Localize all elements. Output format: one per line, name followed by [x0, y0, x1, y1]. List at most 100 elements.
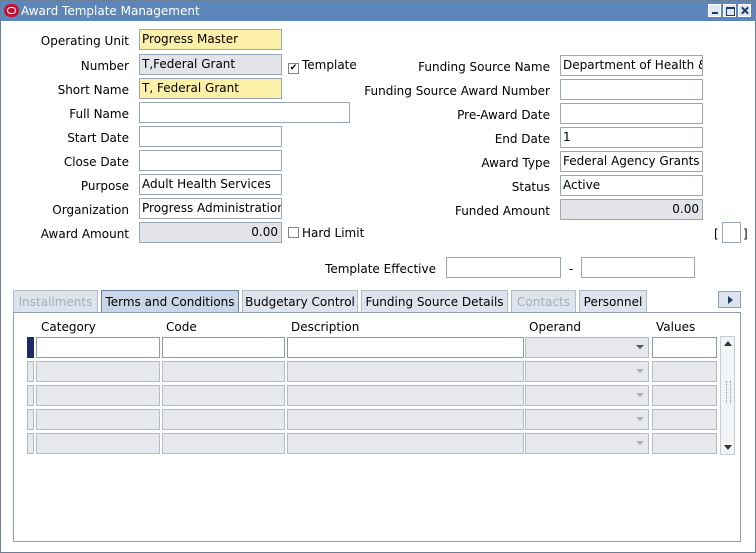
code-cell[interactable] [162, 433, 285, 454]
operand-select[interactable] [525, 361, 649, 382]
category-cell[interactable] [36, 409, 160, 430]
row-selector[interactable] [27, 361, 34, 382]
short-name-label: Short Name [57, 83, 129, 97]
chevron-down-icon [636, 369, 644, 373]
column-header-operand: Operand [529, 320, 581, 334]
code-cell[interactable] [162, 361, 285, 382]
hard-limit-label: Hard Limit [302, 226, 365, 240]
funded-amount-field[interactable]: 0.00 [560, 199, 703, 220]
close-date-field[interactable] [139, 150, 282, 171]
operand-select[interactable] [525, 409, 649, 430]
category-cell[interactable] [36, 361, 160, 382]
values-cell[interactable] [652, 409, 717, 430]
window-title: Award Template Management [21, 4, 200, 18]
table-scrollbar[interactable] [720, 336, 735, 455]
organization-field[interactable]: Progress Administration [139, 198, 282, 219]
tab-budgetary-control[interactable]: Budgetary Control [242, 290, 358, 313]
template-effective-to[interactable] [581, 257, 695, 278]
template-checkbox[interactable]: ✔ Template [288, 58, 357, 74]
start-date-field[interactable] [139, 126, 282, 147]
description-cell[interactable] [287, 409, 524, 430]
award-type-label: Award Type [481, 156, 550, 170]
column-header-description: Description [291, 320, 360, 334]
close-icon[interactable] [738, 4, 751, 17]
pre-award-date-field[interactable] [560, 103, 703, 124]
code-cell[interactable] [162, 409, 285, 430]
scroll-thumb-grip[interactable] [726, 381, 731, 403]
flexfield-bracket-right: ] [743, 227, 748, 241]
tab-personnel[interactable]: Personnel [579, 290, 647, 313]
award-amount-field[interactable]: 0.00 [139, 222, 282, 243]
tab-terms-and-conditions[interactable]: Terms and Conditions [101, 290, 239, 313]
award-amount-label: Award Amount [40, 227, 129, 241]
row-selector[interactable] [27, 433, 34, 454]
category-cell[interactable] [36, 385, 160, 406]
end-date-label: End Date [494, 132, 550, 146]
description-cell[interactable] [287, 433, 524, 454]
tab-contacts[interactable]: Contacts [511, 290, 576, 313]
funding-source-name-label: Funding Source Name [418, 60, 550, 74]
funding-source-award-number-field[interactable] [560, 79, 703, 100]
tab-installments[interactable]: Installments [13, 290, 98, 313]
values-cell[interactable] [652, 337, 717, 358]
minimize-icon[interactable] [708, 4, 721, 17]
full-name-field[interactable] [139, 102, 350, 123]
flexfield-bracket-left: [ [714, 227, 719, 241]
award-type-field[interactable]: Federal Agency Grants [560, 151, 703, 172]
operand-select[interactable] [525, 337, 649, 358]
row-selector[interactable] [27, 385, 34, 406]
date-range-separator: - [569, 262, 574, 276]
title-bar: Award Template Management [1, 1, 755, 21]
category-cell[interactable] [36, 337, 160, 358]
row-selector[interactable] [27, 409, 34, 430]
tab-scroll-right-icon[interactable] [718, 291, 741, 308]
award-template-window: Award Template Management Operating Unit… [0, 0, 756, 553]
description-cell[interactable] [287, 385, 524, 406]
chevron-down-icon [636, 393, 644, 397]
template-effective-label: Template Effective [325, 262, 436, 276]
description-cell[interactable] [287, 337, 524, 358]
chevron-down-icon [636, 441, 644, 445]
number-field[interactable]: T,Federal Grant [139, 54, 282, 75]
end-date-field[interactable]: 1 [560, 127, 703, 148]
status-field[interactable]: Active [560, 175, 703, 196]
values-cell[interactable] [652, 361, 717, 382]
tab-funding-source-details[interactable]: Funding Source Details [361, 290, 508, 313]
checkbox-icon [288, 227, 299, 238]
short-name-field[interactable]: T, Federal Grant [139, 78, 282, 99]
operand-select[interactable] [525, 385, 649, 406]
description-cell[interactable] [287, 361, 524, 382]
start-date-label: Start Date [67, 131, 129, 145]
chevron-down-icon [636, 345, 644, 349]
pre-award-date-label: Pre-Award Date [457, 108, 550, 122]
operand-select[interactable] [525, 433, 649, 454]
purpose-field[interactable]: Adult Health Services [139, 174, 282, 195]
values-cell[interactable] [652, 385, 717, 406]
values-cell[interactable] [652, 433, 717, 454]
maximize-icon[interactable] [723, 4, 736, 17]
checkmark-icon: ✔ [288, 63, 299, 74]
scroll-up-icon[interactable] [724, 341, 732, 346]
close-date-label: Close Date [63, 155, 129, 169]
operating-unit-field[interactable]: Progress Master [139, 29, 282, 50]
row-selector[interactable] [27, 337, 34, 358]
funding-source-name-field[interactable]: Department of Health & [560, 55, 703, 76]
template-effective-from[interactable] [446, 257, 561, 278]
status-label: Status [511, 180, 550, 194]
code-cell[interactable] [162, 385, 285, 406]
column-header-values: Values [656, 320, 696, 334]
hard-limit-checkbox[interactable]: Hard Limit [288, 226, 364, 240]
organization-label: Organization [52, 203, 129, 217]
operating-unit-label: Operating Unit [40, 34, 129, 48]
purpose-label: Purpose [80, 179, 129, 193]
funded-amount-label: Funded Amount [454, 204, 550, 218]
full-name-label: Full Name [69, 107, 129, 121]
column-header-category: Category [41, 320, 96, 334]
category-cell[interactable] [36, 433, 160, 454]
descriptive-flexfield[interactable] [722, 222, 741, 243]
number-label: Number [80, 59, 129, 73]
template-checkbox-label: Template [302, 58, 357, 72]
scroll-down-icon[interactable] [724, 445, 732, 450]
code-cell[interactable] [162, 337, 285, 358]
column-header-code: Code [166, 320, 197, 334]
